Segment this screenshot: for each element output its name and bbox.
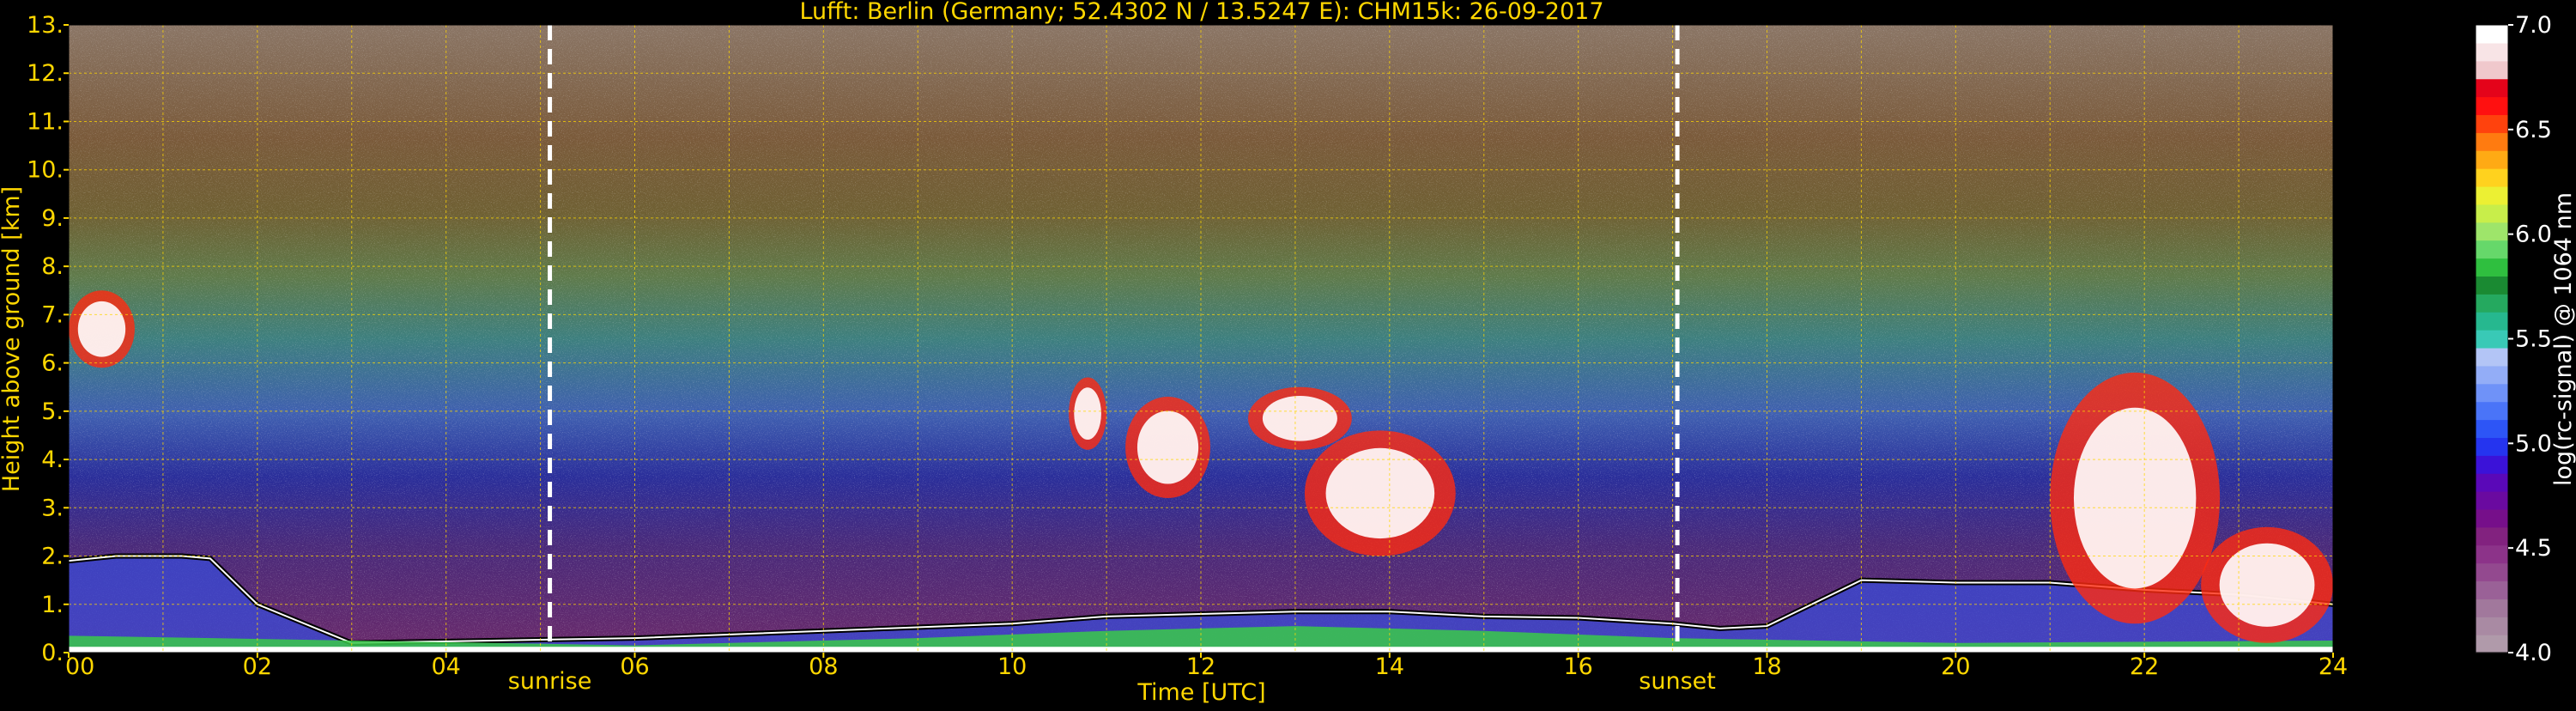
colorbar-tick-label: 7.0 xyxy=(2515,12,2552,39)
colorbar: 4.0 4.5 5.0 5.5 6.0 6.5 7.0 xyxy=(2475,12,2552,666)
x-axis-label: Time [UTC] xyxy=(1136,679,1265,706)
y-tick-labels: 0. 1. 2. 3. 4. 5. 6. 7. 8. 9. 10. 11. 12. 13. xyxy=(27,12,69,666)
colorbar-band xyxy=(2476,312,2508,331)
x-tick-label: 10 xyxy=(997,653,1027,680)
y-tick-label: 7. xyxy=(41,301,64,328)
x-tick-label: 24 xyxy=(2318,653,2348,680)
y-tick-label: 11. xyxy=(27,108,64,135)
colorbar-band xyxy=(2476,25,2508,44)
colorbar-band xyxy=(2476,599,2508,617)
colorbar-tick-label: 6.0 xyxy=(2515,222,2552,248)
colorbar-band xyxy=(2476,508,2508,528)
colorbar-band xyxy=(2476,132,2508,151)
colorbar-tick-label: 4.0 xyxy=(2515,640,2552,666)
x-tick-label: 04 xyxy=(431,653,460,680)
colorbar-band xyxy=(2476,419,2508,438)
colorbar-tick-label: 6.5 xyxy=(2515,117,2552,143)
x-tick-label: 00 xyxy=(65,653,94,680)
y-tick-label: 12. xyxy=(27,60,64,87)
y-tick-label: 2. xyxy=(41,544,64,570)
colorbar-tick-label: 4.5 xyxy=(2515,535,2552,562)
cloud-core-2 xyxy=(1136,410,1199,484)
colorbar-tick-label: 5.5 xyxy=(2515,326,2552,353)
colorbar-label: log(rc-signal) @ 1064 nm xyxy=(2550,192,2576,486)
y-tick-label: 3. xyxy=(41,495,64,521)
chart-container: Lufft: Berlin (Germany; 52.4302 N / 13.5… xyxy=(0,0,2576,708)
colorbar-band xyxy=(2476,455,2508,474)
y-tick-label: 10. xyxy=(27,157,64,184)
colorbar-band xyxy=(2476,168,2508,187)
colorbar-band xyxy=(2476,60,2508,80)
colorbar-band xyxy=(2476,150,2508,169)
sunset-label: sunset xyxy=(1639,668,1716,695)
y-tick-label: 9. xyxy=(41,205,64,232)
x-tick-label: 18 xyxy=(1752,653,1781,680)
colorbar-band xyxy=(2476,562,2508,582)
y-axis-label: Height above ground [km] xyxy=(0,186,25,492)
cloud-core-3 xyxy=(1262,395,1337,441)
colorbar-band xyxy=(2476,635,2508,653)
plot-area xyxy=(69,25,2333,653)
sunrise-label: sunrise xyxy=(508,668,592,695)
colorbar-band xyxy=(2476,473,2508,492)
colorbar-band xyxy=(2476,114,2508,133)
y-tick-label: 6. xyxy=(41,350,64,377)
y-tick-label: 13. xyxy=(27,12,64,39)
colorbar-band xyxy=(2476,294,2508,313)
cloud-core-6 xyxy=(2073,407,2197,589)
colorbar-band xyxy=(2476,544,2508,564)
colorbar-band xyxy=(2476,222,2508,241)
colorbar-band xyxy=(2476,42,2508,62)
colorbar-band xyxy=(2476,185,2508,205)
cloud-core-5 xyxy=(77,301,126,357)
colorbar-band xyxy=(2476,401,2508,421)
colorbar-band xyxy=(2476,437,2508,456)
lidar-chart: Lufft: Berlin (Germany; 52.4302 N / 13.5… xyxy=(0,0,2576,706)
colorbar-band xyxy=(2476,204,2508,223)
x-tick-label: 08 xyxy=(809,653,838,680)
chart-title: Lufft: Berlin (Germany; 52.4302 N / 13.5… xyxy=(799,0,1603,25)
x-tick-label: 16 xyxy=(1563,653,1592,680)
y-tick-label: 0. xyxy=(41,640,64,666)
x-tick-label: 20 xyxy=(1941,653,1970,680)
colorbar-band xyxy=(2476,365,2508,385)
colorbar-band xyxy=(2476,526,2508,546)
y-tick-label: 5. xyxy=(41,398,64,425)
colorbar-band xyxy=(2476,78,2508,98)
x-tick-label: 14 xyxy=(1375,653,1404,680)
colorbar-band xyxy=(2476,240,2508,259)
y-tick-label: 8. xyxy=(41,253,64,280)
colorbar-band xyxy=(2476,580,2508,599)
x-tick-labels: 00 02 04 06 08 10 12 14 16 18 20 22 24 xyxy=(65,653,2348,680)
colorbar-band xyxy=(2476,383,2508,403)
x-tick-label: 22 xyxy=(2130,653,2159,680)
y-tick-label: 4. xyxy=(41,447,64,473)
y-tick-label: 1. xyxy=(41,592,64,618)
colorbar-band xyxy=(2476,330,2508,349)
colorbar-tick-label: 5.0 xyxy=(2515,430,2552,457)
colorbar-band xyxy=(2476,276,2508,295)
x-tick-label: 06 xyxy=(620,653,649,680)
colorbar-band xyxy=(2476,96,2508,116)
x-tick-label: 02 xyxy=(243,653,272,680)
colorbar-band xyxy=(2476,491,2508,510)
x-tick-label: 12 xyxy=(1186,653,1215,680)
colorbar-band xyxy=(2476,258,2508,276)
colorbar-band xyxy=(2476,617,2508,635)
cloud-core-4 xyxy=(1325,447,1435,539)
cloud-core-1 xyxy=(1074,387,1101,441)
colorbar-band xyxy=(2476,347,2508,367)
